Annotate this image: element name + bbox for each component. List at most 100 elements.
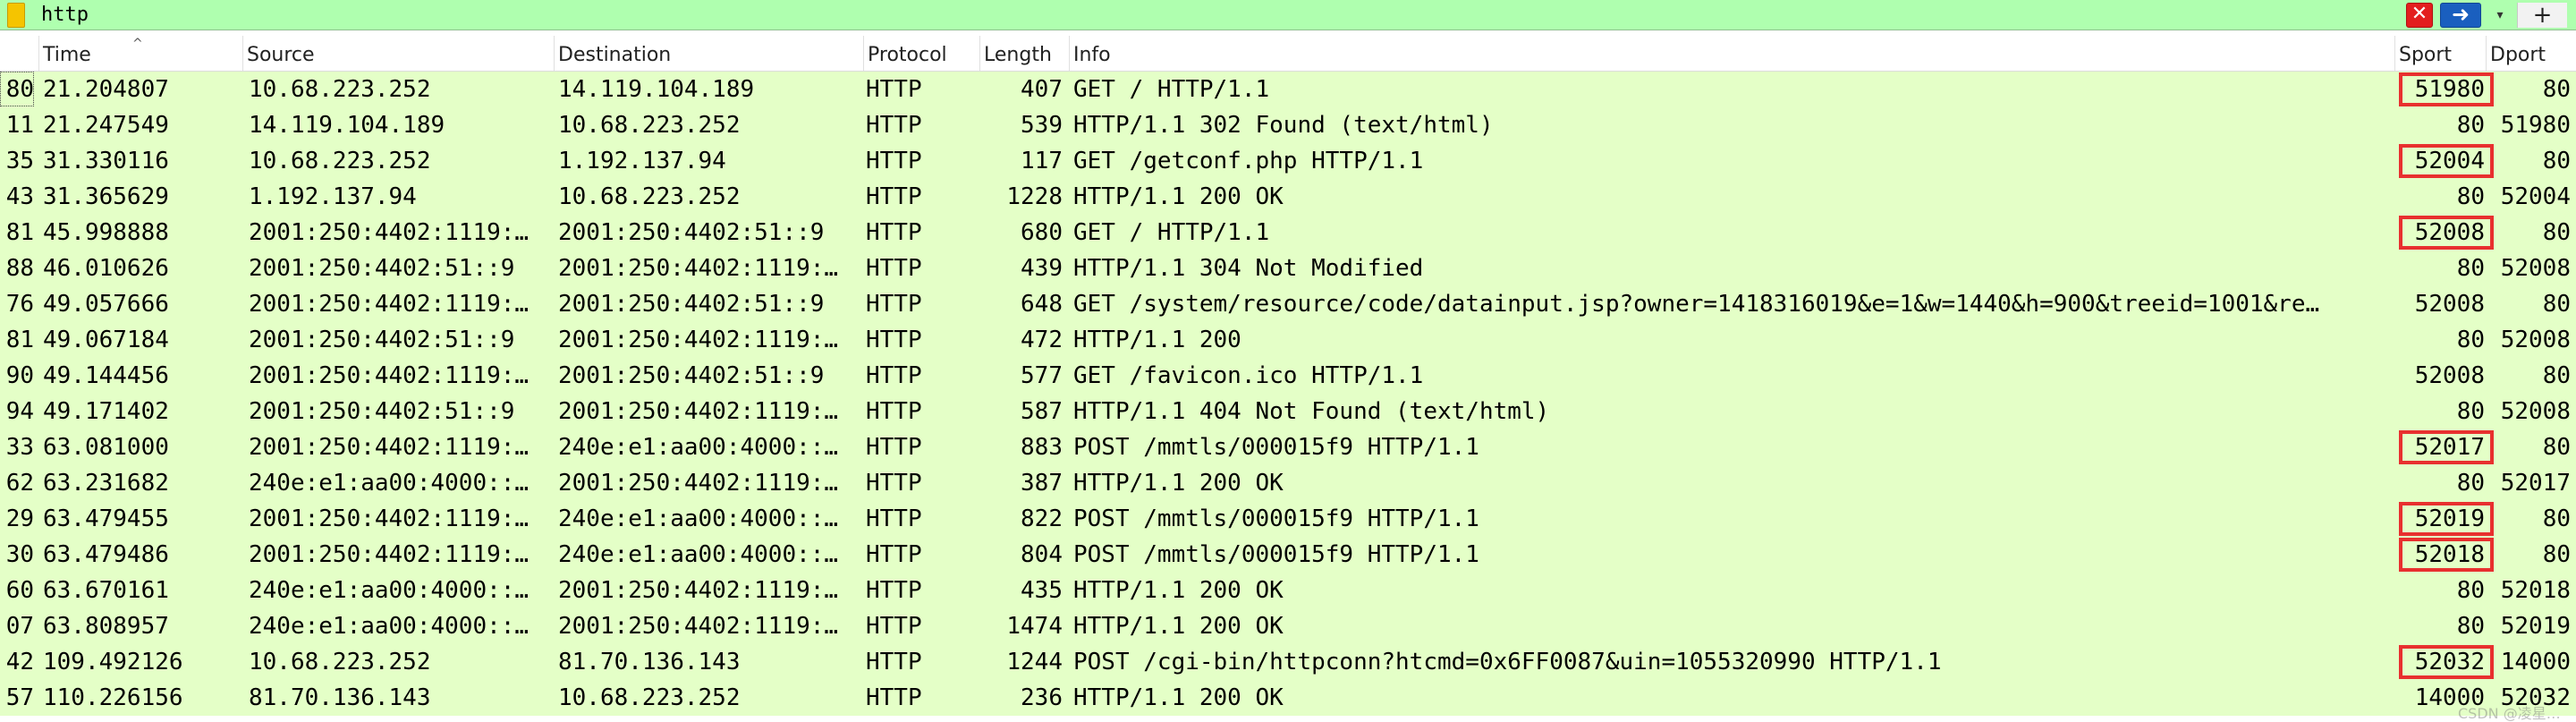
packet-protocol: HTTP (866, 362, 922, 389)
packet-row[interactable]: 07 63.808957 240e:e1:aa00:4000::… 2001:250:… (0, 608, 2576, 644)
packet-sport: 52018 (2414, 541, 2485, 568)
packet-protocol: HTTP (866, 183, 922, 210)
packet-row[interactable]: 43 31.365629 1.192.137.94 10.68.223.252 HTTP… (0, 179, 2576, 215)
packet-row[interactable]: 62 63.231682 240e:e1:aa00:4000::… 2001:250:… (0, 465, 2576, 501)
column-header-no[interactable] (0, 36, 39, 71)
packet-sport: 52017 (2414, 434, 2485, 461)
column-header-label: Destination (558, 44, 672, 66)
packet-destination: 2001:250:4402:1119:… (558, 327, 839, 353)
column-header-source[interactable]: Source (243, 36, 555, 71)
packet-dport: 80 (2542, 219, 2571, 246)
packet-row[interactable]: 76 49.057666 2001:250:4402:1119:… 2001:250:… (0, 286, 2576, 322)
packet-info: HTTP/1.1 200 OK (1073, 684, 1284, 711)
packet-source: 1.192.137.94 (249, 183, 417, 210)
packet-source: 14.119.104.189 (249, 112, 445, 139)
packet-length: 577 (1021, 362, 1063, 389)
packet-info: HTTP/1.1 200 OK (1073, 613, 1284, 640)
packet-sport: 80 (2456, 112, 2485, 139)
packet-dport: 52018 (2500, 577, 2571, 604)
packet-info: POST /mmtls/000015f9 HTTP/1.1 (1073, 541, 1479, 568)
packet-info: HTTP/1.1 304 Not Modified (1073, 255, 1424, 282)
packet-number: 43 (5, 183, 34, 210)
packet-destination: 81.70.136.143 (558, 649, 741, 675)
packet-sport: 80 (2456, 398, 2485, 425)
packet-time: 49.171402 (43, 398, 169, 425)
column-header-info[interactable]: Info (1070, 36, 2395, 71)
add-filter-button[interactable]: + (2517, 3, 2567, 28)
packet-source: 2001:250:4402:51::9 (249, 255, 515, 282)
packet-row[interactable]: 60 63.670161 240e:e1:aa00:4000::… 2001:250:… (0, 573, 2576, 608)
packet-time: 21.247549 (43, 112, 169, 139)
packet-length: 407 (1021, 76, 1063, 103)
packet-info: GET /getconf.php HTTP/1.1 (1073, 148, 1424, 174)
packet-row[interactable]: 88 46.010626 2001:250:4402:51::9 2001:250:4… (0, 251, 2576, 286)
packet-protocol: HTTP (866, 327, 922, 353)
packet-number: 33 (5, 434, 34, 461)
packet-row[interactable]: 81 45.998888 2001:250:4402:1119:… 2001:250:… (0, 215, 2576, 251)
packet-time: 49.144456 (43, 362, 169, 389)
column-header-sport[interactable]: Sport (2395, 36, 2487, 71)
packet-dport: 80 (2542, 541, 2571, 568)
column-header-label: Source (247, 44, 315, 66)
apply-filter-button[interactable]: ➜ (2440, 3, 2481, 28)
packet-number: 57 (5, 684, 34, 711)
packet-time: 49.057666 (43, 291, 169, 318)
column-header-label: Length (984, 44, 1052, 66)
packet-length: 472 (1021, 327, 1063, 353)
packet-info: HTTP/1.1 200 OK (1073, 577, 1284, 604)
packet-info: POST /mmtls/000015f9 HTTP/1.1 (1073, 434, 1479, 461)
column-header-protocol[interactable]: Protocol (864, 36, 980, 71)
packet-length: 236 (1021, 684, 1063, 711)
packet-sport: 80 (2456, 577, 2485, 604)
packet-time: 46.010626 (43, 255, 169, 282)
column-header-dport[interactable]: Dport (2487, 36, 2576, 71)
packet-time: 31.365629 (43, 183, 169, 210)
packet-dport: 52017 (2500, 470, 2571, 497)
packet-destination: 2001:250:4402:1119:… (558, 255, 839, 282)
packet-protocol: HTTP (866, 219, 922, 246)
packet-sport: 80 (2456, 183, 2485, 210)
packet-dport: 52008 (2500, 255, 2571, 282)
packet-row[interactable]: 57 110.226156 81.70.136.143 10.68.223.252 HT… (0, 680, 2576, 716)
packet-length: 1244 (1006, 649, 1063, 675)
column-header-label: Time (43, 44, 91, 66)
recent-filters-dropdown-icon[interactable]: ▾ (2488, 3, 2512, 28)
packet-destination: 2001:250:4402:1119:… (558, 398, 839, 425)
packet-row[interactable]: 11 21.247549 14.119.104.189 10.68.223.252 HT… (0, 107, 2576, 143)
packet-length: 883 (1021, 434, 1063, 461)
packet-row[interactable]: 94 49.171402 2001:250:4402:51::9 2001:250:4… (0, 394, 2576, 429)
packet-row[interactable]: 80 21.204807 10.68.223.252 14.119.104.189 HT… (0, 72, 2576, 107)
filter-bookmark-icon[interactable] (7, 3, 25, 28)
packet-protocol: HTTP (866, 76, 922, 103)
packet-length: 435 (1021, 577, 1063, 604)
packet-number: 80 (5, 76, 34, 103)
packet-number: 90 (5, 362, 34, 389)
packet-row[interactable]: 90 49.144456 2001:250:4402:1119:… 2001:250:… (0, 358, 2576, 394)
column-header-destination[interactable]: Destination (555, 36, 864, 71)
packet-row[interactable]: 35 31.330116 10.68.223.252 1.192.137.94 HTTP… (0, 143, 2576, 179)
packet-protocol: HTTP (866, 291, 922, 318)
packet-source: 10.68.223.252 (249, 76, 431, 103)
packet-dport: 52004 (2500, 183, 2571, 210)
packet-sport: 52008 (2414, 219, 2485, 246)
column-header-length[interactable]: Length (980, 36, 1070, 71)
packet-number: 94 (5, 398, 34, 425)
packet-info: HTTP/1.1 404 Not Found (text/html) (1073, 398, 1550, 425)
packet-source: 2001:250:4402:1119:… (249, 219, 530, 246)
packet-sport: 80 (2456, 255, 2485, 282)
packet-protocol: HTTP (866, 398, 922, 425)
packet-row[interactable]: 33 63.081000 2001:250:4402:1119:… 240e:e1:a… (0, 429, 2576, 465)
packet-row[interactable]: 30 63.479486 2001:250:4402:1119:… 240e:e1:a… (0, 537, 2576, 573)
packet-length: 387 (1021, 470, 1063, 497)
display-filter-input[interactable] (32, 2, 2411, 29)
packet-number: 76 (5, 291, 34, 318)
packet-number: 29 (5, 505, 34, 532)
packet-protocol: HTTP (866, 684, 922, 711)
packet-length: 648 (1021, 291, 1063, 318)
packet-row[interactable]: 29 63.479455 2001:250:4402:1119:… 240e:e1:a… (0, 501, 2576, 537)
clear-filter-button[interactable]: ✕ (2406, 3, 2433, 28)
packet-time: 63.808957 (43, 613, 169, 640)
packet-row[interactable]: 81 49.067184 2001:250:4402:51::9 2001:250:4… (0, 322, 2576, 358)
packet-row[interactable]: 42 109.492126 10.68.223.252 81.70.136.143 HT… (0, 644, 2576, 680)
packet-protocol: HTTP (866, 613, 922, 640)
